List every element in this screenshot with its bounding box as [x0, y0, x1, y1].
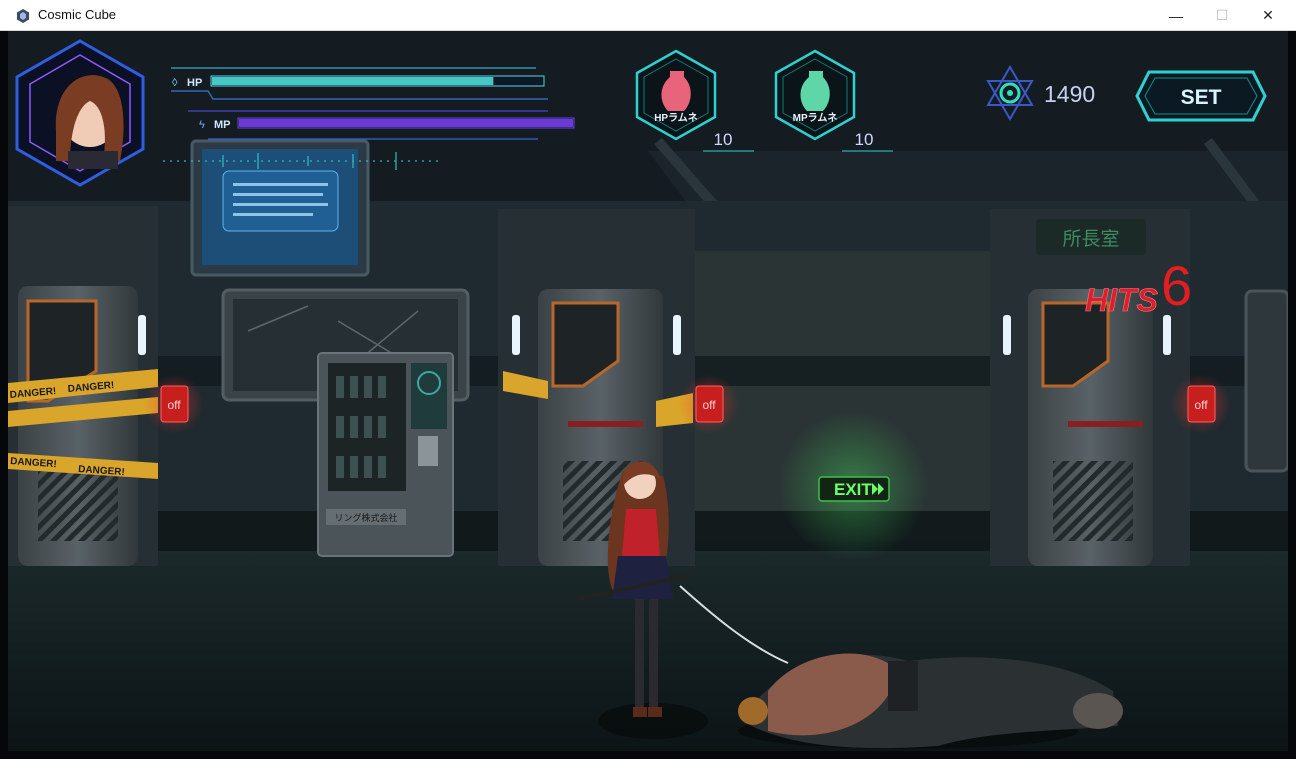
vending-label: リング株式会社 — [334, 512, 397, 523]
combo-count: 6 — [1161, 254, 1192, 317]
hp-label: HP — [187, 77, 202, 89]
settings-button[interactable]: SET — [1135, 70, 1267, 122]
wall-monitor — [190, 139, 370, 277]
mp-potion-count: 10 — [855, 130, 874, 149]
hp-bar-fill — [212, 77, 494, 85]
room-sign-text: 所長室 — [1062, 228, 1119, 250]
window-border-bottom — [0, 751, 1296, 759]
hp-potion-count: 10 — [714, 130, 733, 149]
settings-button-label: SET — [1181, 86, 1222, 109]
combo-label: HITS — [1085, 282, 1159, 318]
door-right — [990, 209, 1190, 566]
vending-machine: リング株式会社 — [317, 352, 454, 557]
window-title: Cosmic Cube — [38, 7, 117, 22]
switch-label-2: off — [702, 398, 716, 412]
door-far-right — [1244, 289, 1288, 473]
minimize-button[interactable]: — — [1153, 0, 1199, 31]
game-viewport[interactable]: 所長室 DANGER! DANGER! DANGER! DANGER! off … — [8, 31, 1288, 751]
mp-bar-fill — [239, 119, 573, 127]
svg-text:ϟ: ϟ — [199, 119, 205, 131]
maximize-button[interactable]: ☐ — [1199, 0, 1245, 31]
exit-sign: EXIT — [778, 411, 928, 561]
mp-label: MP — [214, 119, 231, 131]
close-button[interactable]: ✕ — [1245, 0, 1291, 31]
game-scene: 所長室 DANGER! DANGER! DANGER! DANGER! off … — [8, 31, 1288, 751]
exit-sign-text: EXIT — [834, 480, 872, 499]
app-icon — [17, 9, 29, 23]
mp-potion-name: MPラムネ — [793, 112, 838, 124]
score-value: 1490 — [1044, 81, 1095, 107]
switch-label-3: off — [1194, 398, 1208, 412]
svg-text:◊: ◊ — [172, 77, 178, 89]
window-border-left — [0, 31, 8, 759]
hp-potion-name: HPラムネ — [654, 112, 698, 124]
window-titlebar[interactable]: Cosmic Cube — ☐ ✕ — [0, 0, 1296, 31]
window-border-right — [1288, 31, 1296, 759]
switch-label-1: off — [167, 398, 181, 412]
room-sign: 所長室 — [1036, 219, 1146, 255]
